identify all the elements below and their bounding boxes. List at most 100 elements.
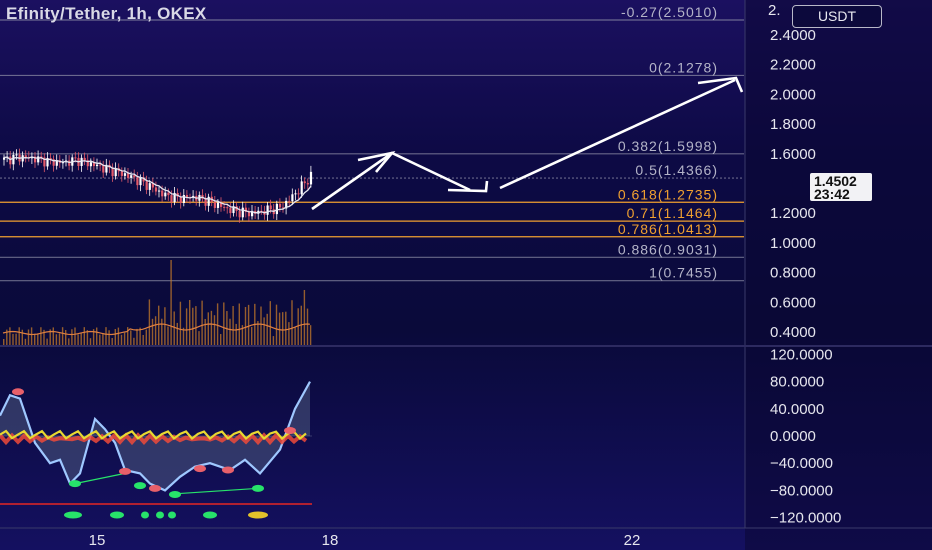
price-axis-label: 2.2000 — [770, 57, 816, 74]
volume-bar — [145, 329, 147, 345]
volume-bar — [179, 301, 182, 345]
projection-arrow-1 — [311, 151, 471, 211]
volume-bar — [291, 300, 293, 345]
volume-bar — [68, 338, 70, 345]
volume-bar — [164, 307, 166, 345]
volume-bar — [74, 327, 76, 345]
currency-button[interactable]: USDT — [792, 5, 882, 28]
oscillator-axis-label: −120.0000 — [770, 510, 841, 527]
candle-body — [226, 207, 229, 209]
candle-body — [297, 193, 300, 195]
moving-average-line — [3, 156, 312, 214]
volume-bar — [46, 338, 48, 345]
volume-bar — [133, 337, 135, 345]
oscillator-signal-dot — [252, 484, 264, 492]
signal-dot — [156, 511, 164, 519]
fib-label: 0.618(1.2735) — [618, 186, 718, 202]
price-axis-label: 1.2000 — [770, 205, 816, 222]
candle-body — [167, 192, 170, 196]
volume-bar — [55, 334, 58, 345]
divergence-line — [174, 487, 259, 495]
volume-bar — [111, 337, 113, 345]
candle-body — [102, 165, 105, 173]
oscillator-axis-label: 0.0000 — [770, 428, 816, 445]
volume-bar — [266, 313, 268, 345]
symbol-title[interactable]: Efinity/Tether, 1h, OKEX — [6, 4, 207, 24]
volume-bar — [269, 301, 271, 345]
candle-body — [275, 203, 278, 215]
volume-bar — [83, 327, 85, 345]
candle-body — [164, 192, 167, 197]
volume-bar — [232, 305, 234, 345]
signal-dot — [141, 511, 149, 519]
volume-bar — [198, 331, 200, 345]
price-chart[interactable]: -0.27(2.5010) 0(2.1278) 0.382(1.5998) 0.5(1… — [0, 0, 932, 550]
fib-label: 0(2.1278) — [649, 59, 718, 75]
volume-bar — [220, 334, 222, 345]
candle-body — [241, 207, 244, 218]
volume-bar — [114, 329, 116, 345]
candle-body — [278, 203, 282, 208]
volume-bar — [52, 327, 54, 345]
volume-bar — [24, 338, 27, 345]
bar-countdown: 23:42 — [814, 186, 850, 202]
price-axis-label: 1.0000 — [770, 235, 816, 252]
volume-bar — [282, 312, 284, 345]
volume-bar — [117, 327, 120, 345]
volume-bar — [210, 310, 213, 345]
volume-bar — [3, 339, 5, 345]
volume-group — [3, 260, 312, 345]
candle-body — [223, 206, 226, 208]
candle-body — [136, 177, 139, 186]
candle-body — [15, 154, 18, 156]
volume-bar — [260, 306, 262, 345]
volume-bar — [213, 315, 216, 345]
oscillator-axis-label: 40.0000 — [770, 401, 824, 418]
volume-bar — [216, 303, 219, 345]
volume-bar — [161, 318, 163, 345]
volume-bar — [40, 327, 42, 345]
candle-body — [120, 171, 123, 176]
oscillator-signal-dot — [119, 467, 131, 475]
candle-body — [139, 177, 142, 186]
oscillator-signal-dot — [134, 482, 146, 490]
candle-body — [294, 193, 297, 195]
volume-bar — [229, 318, 231, 345]
candle-body — [300, 181, 303, 195]
volume-bar — [12, 333, 14, 345]
fib-label: 0.5(1.4366) — [635, 162, 718, 178]
chart-window: -0.27(2.5010) 0(2.1278) 0.382(1.5998) 0.5(1… — [0, 0, 932, 550]
volume-bar — [34, 334, 36, 345]
signal-dot — [64, 511, 82, 519]
volume-bar — [303, 290, 306, 345]
volume-bar — [201, 300, 203, 345]
candle-body — [114, 168, 117, 177]
volume-bar — [27, 329, 30, 345]
candle-body — [303, 181, 306, 184]
candle-body — [68, 160, 71, 166]
volume-bar — [272, 336, 275, 345]
volume-bar — [61, 327, 64, 345]
volume-bar — [58, 333, 61, 345]
time-axis-label: 15 — [89, 532, 106, 549]
volume-bar — [285, 311, 287, 345]
time-axis-label: 22 — [624, 532, 641, 549]
candle-body — [204, 198, 207, 206]
oscillator-axis-label: 80.0000 — [770, 374, 824, 391]
price-axis-label: 2.4000 — [770, 27, 816, 44]
candle-body — [247, 211, 251, 217]
price-axis-label: 0.8000 — [770, 265, 816, 282]
volume-bar — [89, 338, 92, 345]
candle-body — [24, 155, 27, 158]
oscillator-signal-dot — [222, 466, 234, 474]
fib-label: -0.27(2.5010) — [621, 4, 718, 20]
volume-bar — [263, 317, 265, 345]
volume-bar — [185, 308, 188, 345]
projection-arrowhead-3 — [697, 76, 744, 93]
candle-body — [216, 202, 220, 208]
candle-body — [213, 201, 216, 208]
volume-bar — [123, 332, 126, 345]
volume-bar — [154, 316, 157, 345]
candle-body — [145, 181, 148, 190]
volume-bar — [30, 327, 33, 345]
